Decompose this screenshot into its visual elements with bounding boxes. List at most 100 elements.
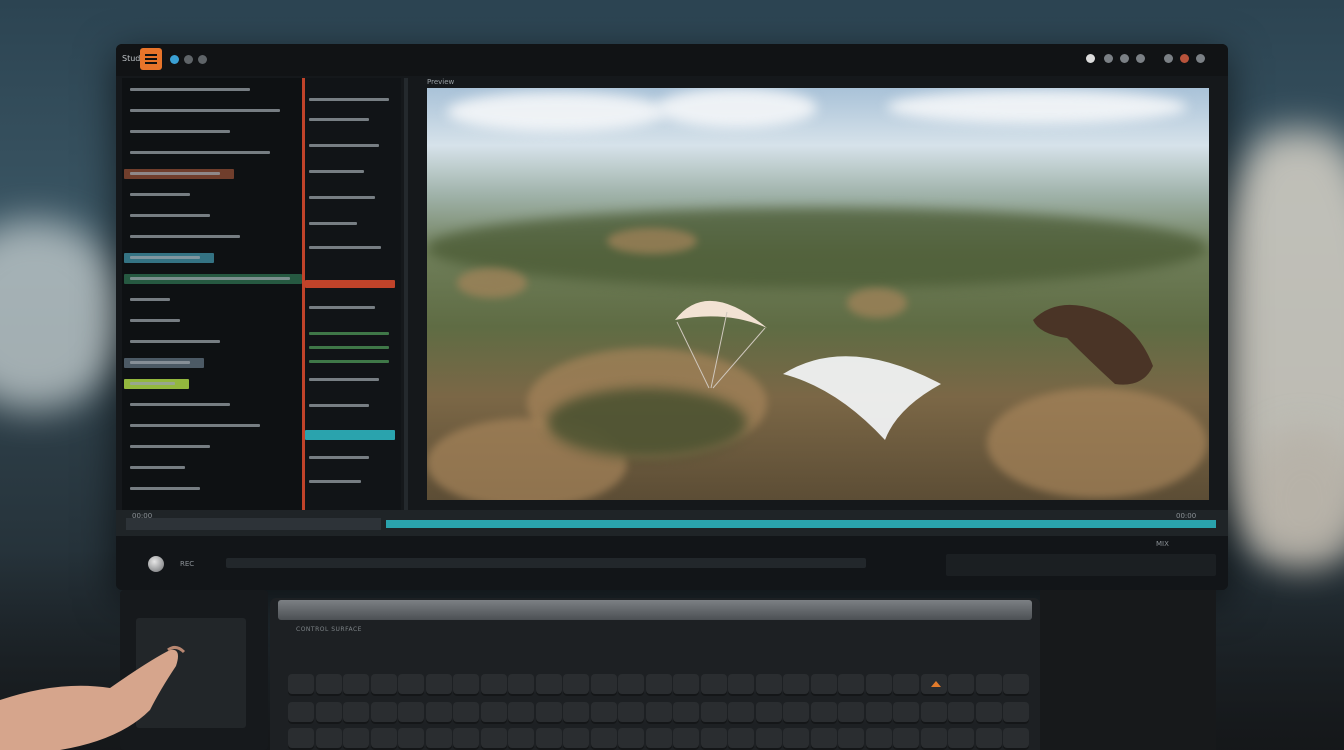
keyboard-key[interactable] — [288, 674, 314, 696]
keyboard-key[interactable] — [645, 728, 672, 750]
keyboard-key[interactable] — [783, 728, 809, 750]
selected-effect[interactable] — [305, 280, 395, 288]
panel-divider[interactable] — [404, 78, 408, 510]
keyboard-key[interactable] — [700, 674, 727, 696]
list-item[interactable] — [309, 306, 375, 309]
keyboard-key[interactable] — [590, 728, 617, 750]
keyboard-key[interactable] — [893, 674, 919, 696]
keyboard-key[interactable] — [645, 674, 672, 696]
keyboard-key[interactable] — [755, 702, 782, 724]
keyboard-key[interactable] — [783, 702, 809, 724]
keyboard-key[interactable] — [315, 728, 342, 750]
keyboard-key[interactable] — [700, 728, 727, 750]
keyboard-key[interactable] — [673, 702, 699, 724]
sidebar-row[interactable] — [130, 403, 230, 406]
keyboard-key[interactable] — [728, 702, 754, 724]
keyboard-key[interactable] — [810, 702, 837, 724]
keyboard-key[interactable] — [480, 728, 507, 750]
keyboard-key[interactable] — [1003, 674, 1029, 696]
keyboard-key[interactable] — [893, 702, 919, 724]
sidebar-row[interactable] — [130, 151, 270, 154]
keyboard-key[interactable] — [425, 728, 452, 750]
sidebar-row[interactable] — [130, 298, 170, 301]
keyboard-key[interactable] — [535, 702, 562, 724]
keyboard-key[interactable] — [645, 702, 672, 724]
keyboard-key[interactable] — [920, 674, 947, 696]
keyboard-key[interactable] — [1003, 702, 1029, 724]
keyboard-key[interactable] — [975, 674, 1002, 696]
timeline-clip[interactable] — [126, 518, 381, 530]
keyboard-key[interactable] — [838, 728, 864, 750]
list-item[interactable] — [309, 404, 369, 407]
sidebar-row[interactable] — [130, 361, 190, 364]
keyboard-key[interactable] — [948, 702, 974, 724]
keyboard-key[interactable] — [920, 702, 947, 724]
keyboard-key[interactable] — [315, 702, 342, 724]
keyboard-key[interactable] — [673, 674, 699, 696]
keyboard-key[interactable] — [810, 728, 837, 750]
keyboard-key[interactable] — [783, 674, 809, 696]
keyboard-key[interactable] — [728, 674, 754, 696]
keyboard-key[interactable] — [865, 702, 892, 724]
minimize-icon[interactable] — [1164, 54, 1173, 63]
share-icon[interactable] — [1136, 54, 1145, 63]
keyboard-key[interactable] — [673, 728, 699, 750]
sidebar-row[interactable] — [130, 424, 260, 427]
keyboard-key[interactable] — [975, 728, 1002, 750]
keyboard-key[interactable] — [563, 702, 589, 724]
keyboard-key[interactable] — [343, 674, 369, 696]
keyboard-key[interactable] — [948, 728, 974, 750]
keyboard-key[interactable] — [288, 728, 314, 750]
keyboard-key[interactable] — [370, 728, 397, 750]
sidebar-row[interactable] — [130, 445, 210, 448]
video-preview[interactable] — [427, 88, 1209, 500]
keyboard-key[interactable] — [618, 702, 644, 724]
keyboard-key[interactable] — [480, 702, 507, 724]
list-item[interactable] — [309, 98, 389, 101]
keyboard-key[interactable] — [1003, 728, 1029, 750]
keyboard-key[interactable] — [618, 728, 644, 750]
keyboard-key[interactable] — [453, 674, 479, 696]
keyboard-key[interactable] — [865, 674, 892, 696]
sidebar-row[interactable] — [130, 277, 290, 280]
keyboard-key[interactable] — [810, 674, 837, 696]
sidebar-row[interactable] — [130, 130, 230, 133]
keyboard-key[interactable] — [508, 674, 534, 696]
keyboard-key[interactable] — [343, 702, 369, 724]
keyboard-key[interactable] — [508, 702, 534, 724]
keyboard-key[interactable] — [590, 702, 617, 724]
keyboard-key[interactable] — [755, 728, 782, 750]
search-icon[interactable] — [1120, 54, 1129, 63]
list-item[interactable] — [309, 456, 369, 459]
sidebar-row[interactable] — [130, 172, 220, 175]
keyboard-key[interactable] — [975, 702, 1002, 724]
sidebar-row[interactable] — [130, 88, 250, 91]
sidebar-row[interactable] — [130, 214, 210, 217]
settings-icon[interactable] — [1104, 54, 1113, 63]
list-item[interactable] — [309, 222, 357, 225]
keyboard-key[interactable] — [865, 728, 892, 750]
sidebar-row[interactable] — [130, 235, 240, 238]
sidebar-row[interactable] — [130, 193, 190, 196]
keyboard-key[interactable] — [370, 702, 397, 724]
timeline[interactable]: 00:00 00:00 — [116, 510, 1228, 536]
keyboard-key[interactable] — [480, 674, 507, 696]
sidebar-row[interactable] — [130, 340, 220, 343]
keyboard-key[interactable] — [563, 674, 589, 696]
keyboard-key[interactable] — [563, 728, 589, 750]
jog-knob[interactable] — [148, 556, 164, 572]
list-item[interactable] — [309, 118, 369, 121]
keyboard-key[interactable] — [398, 674, 424, 696]
list-item[interactable] — [309, 170, 364, 173]
sidebar-row[interactable] — [130, 487, 200, 490]
close-icon[interactable] — [1196, 54, 1205, 63]
list-item[interactable] — [309, 360, 389, 363]
keyboard-key[interactable] — [590, 674, 617, 696]
keyboard-key[interactable] — [343, 728, 369, 750]
scrub-bar[interactable] — [226, 558, 866, 568]
list-item[interactable] — [309, 346, 389, 349]
sidebar-row[interactable] — [130, 466, 185, 469]
list-item[interactable] — [309, 144, 379, 147]
keyboard-key[interactable] — [755, 674, 782, 696]
sidebar-row[interactable] — [130, 256, 200, 259]
